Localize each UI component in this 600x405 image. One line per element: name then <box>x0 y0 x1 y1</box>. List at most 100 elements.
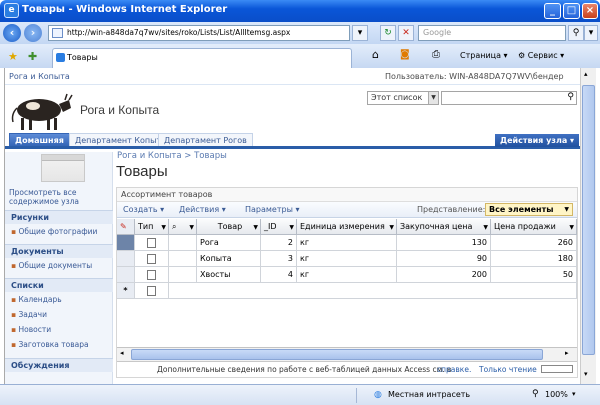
col-id[interactable]: _ID ▼ <box>261 219 297 235</box>
scroll-right-icon[interactable]: ▸ <box>565 349 569 357</box>
cell-unit[interactable]: кг <box>297 235 397 251</box>
rss-icon[interactable]: ◙ <box>400 49 410 60</box>
tab-tovary[interactable]: Товары <box>52 48 352 68</box>
forward-icon[interactable]: › <box>24 24 42 42</box>
cell-buy-price[interactable]: 200 <box>397 267 491 283</box>
home-icon[interactable]: ⌂ <box>372 48 379 61</box>
top-site-link[interactable]: Рога и Копыта <box>9 72 70 81</box>
security-zone[interactable]: Местная интрасеть <box>388 390 470 399</box>
new-menu[interactable]: Создать ▾ <box>123 205 164 214</box>
cell-id[interactable]: 2 <box>261 235 297 251</box>
tab-home[interactable]: Домашняя <box>9 133 70 146</box>
table-row[interactable] <box>169 235 197 251</box>
tab-dept-hooves[interactable]: Департамент Копыт <box>69 133 168 146</box>
nav-news[interactable]: Новости <box>11 325 51 334</box>
table-row[interactable] <box>135 235 169 251</box>
cell-id[interactable]: 4 <box>261 267 297 283</box>
search-options-icon[interactable]: ▾ <box>584 25 598 41</box>
cell-sell-price[interactable]: 260 <box>491 235 577 251</box>
actions-menu[interactable]: Действия ▾ <box>179 205 226 214</box>
cell-sell-price[interactable]: 180 <box>491 251 577 267</box>
new-row[interactable] <box>135 283 169 299</box>
scroll-up-icon[interactable]: ▴ <box>584 70 588 78</box>
row-selector[interactable] <box>117 235 135 251</box>
new-row-marker[interactable]: * <box>117 283 135 299</box>
address-dropdown-icon[interactable]: ▾ <box>352 25 368 41</box>
search-icon[interactable]: ⚲ <box>568 25 584 41</box>
cell-product[interactable]: Копыта <box>197 251 261 267</box>
cell-buy-price[interactable]: 130 <box>397 235 491 251</box>
col-unit[interactable]: Единица измерения ▼ <box>297 219 397 235</box>
search-scope-label: Этот список <box>371 93 423 102</box>
stop-icon[interactable]: ✕ <box>398 25 414 41</box>
scroll-left-icon[interactable]: ◂ <box>120 349 124 357</box>
view-all-content-link[interactable]: Просмотреть все содержимое узла <box>9 188 109 206</box>
select-all-corner[interactable]: ✎ <box>117 219 135 235</box>
row-selector[interactable] <box>117 251 135 267</box>
section-lists[interactable]: Списки <box>5 278 113 292</box>
add-favorite-icon[interactable]: ✚ <box>28 50 37 63</box>
horizontal-scrollbar[interactable]: ◂ ▸ <box>117 347 577 361</box>
nav-shared-docs[interactable]: Общие документы <box>11 261 92 270</box>
col-type[interactable]: Тип ▼ <box>135 219 169 235</box>
breadcrumb[interactable]: Рога и Копыта > Товары <box>117 151 227 161</box>
site-actions-menu[interactable]: Действия узла ▾ <box>495 134 579 147</box>
cell-product[interactable]: Хвосты <box>197 267 261 283</box>
chevron-down-icon: ▼ <box>289 224 294 231</box>
scroll-down-icon[interactable]: ▾ <box>584 370 588 378</box>
favorites-star-icon[interactable]: ★ <box>8 50 18 63</box>
refresh-icon[interactable]: ↻ <box>380 25 396 41</box>
search-go-icon[interactable]: ⚲ <box>567 92 574 102</box>
site-search-input[interactable]: ⚲ <box>441 91 577 105</box>
nav-calendar[interactable]: Календарь <box>11 295 61 304</box>
table-row[interactable] <box>169 251 197 267</box>
section-pictures[interactable]: Рисунки <box>5 210 113 224</box>
status-text: Дополнительные сведения по работе с веб-… <box>157 365 452 374</box>
datasheet-grid: ✎ Тип ▼ ⌕ ▼ Товар ▼ _ID ▼ Единица измерения ▼… <box>117 219 577 347</box>
table-row[interactable] <box>135 267 169 283</box>
maximize-button[interactable]: □ <box>563 3 580 19</box>
cell-id[interactable]: 3 <box>261 251 297 267</box>
minimize-button[interactable]: _ <box>544 3 561 19</box>
close-button[interactable]: × <box>582 3 598 19</box>
col-sell-price[interactable]: Цена продажи ▼ <box>491 219 577 235</box>
scroll-thumb[interactable] <box>582 85 595 355</box>
table-row[interactable] <box>169 267 197 283</box>
view-select[interactable]: Все элементы ▼ <box>485 203 573 216</box>
cell-product[interactable]: Рога <box>197 235 261 251</box>
cell-sell-price[interactable]: 50 <box>491 267 577 283</box>
page-menu[interactable]: Страница ▾ <box>460 51 508 60</box>
page-vertical-scrollbar[interactable]: ▴ ▾ <box>580 68 596 384</box>
col-attachment[interactable]: ⌕ ▼ <box>169 219 197 235</box>
cell-unit[interactable]: кг <box>297 251 397 267</box>
zoom-dropdown-icon[interactable]: ▾ <box>572 390 576 398</box>
site-title[interactable]: Рога и Копыта <box>80 103 159 117</box>
row-selector[interactable] <box>117 267 135 283</box>
col-buy-price[interactable]: Закупочная цена ▼ <box>397 219 491 235</box>
nav-tasks[interactable]: Задачи <box>11 310 47 319</box>
back-icon[interactable]: ‹ <box>3 24 21 42</box>
service-menu[interactable]: ⚙ Сервис ▾ <box>518 51 564 60</box>
settings-menu[interactable]: Параметры ▾ <box>245 205 299 214</box>
section-documents[interactable]: Документы <box>5 244 113 258</box>
nav-shared-photos[interactable]: Общие фотографии <box>11 227 97 236</box>
nav-goods-draft[interactable]: Заготовка товара <box>11 340 88 349</box>
new-row[interactable] <box>169 283 577 299</box>
table-row[interactable] <box>135 251 169 267</box>
page-icon <box>52 28 63 38</box>
help-link[interactable]: справке. <box>437 362 471 377</box>
address-input[interactable]: http://win-a848da7q7wv/sites/roko/Lists/… <box>48 25 350 41</box>
search-scope-select[interactable]: Этот список ▼ <box>367 91 439 105</box>
zoom-level[interactable]: 100% <box>545 390 568 399</box>
print-icon[interactable]: ⎙ <box>432 49 440 60</box>
tab-dept-horns[interactable]: Департамент Рогов <box>158 133 253 146</box>
view-select-value: Все элементы <box>489 205 554 214</box>
tab-favicon-icon <box>56 53 65 62</box>
scroll-thumb[interactable] <box>131 349 543 360</box>
search-input[interactable]: Google <box>418 25 566 41</box>
cell-unit[interactable]: кг <box>297 267 397 283</box>
col-product[interactable]: Товар ▼ <box>197 219 261 235</box>
section-discussions[interactable]: Обсуждения <box>5 358 113 372</box>
cell-buy-price[interactable]: 90 <box>397 251 491 267</box>
user-menu[interactable]: Пользователь: WIN-A848DA7Q7WV\бендер <box>385 72 564 81</box>
